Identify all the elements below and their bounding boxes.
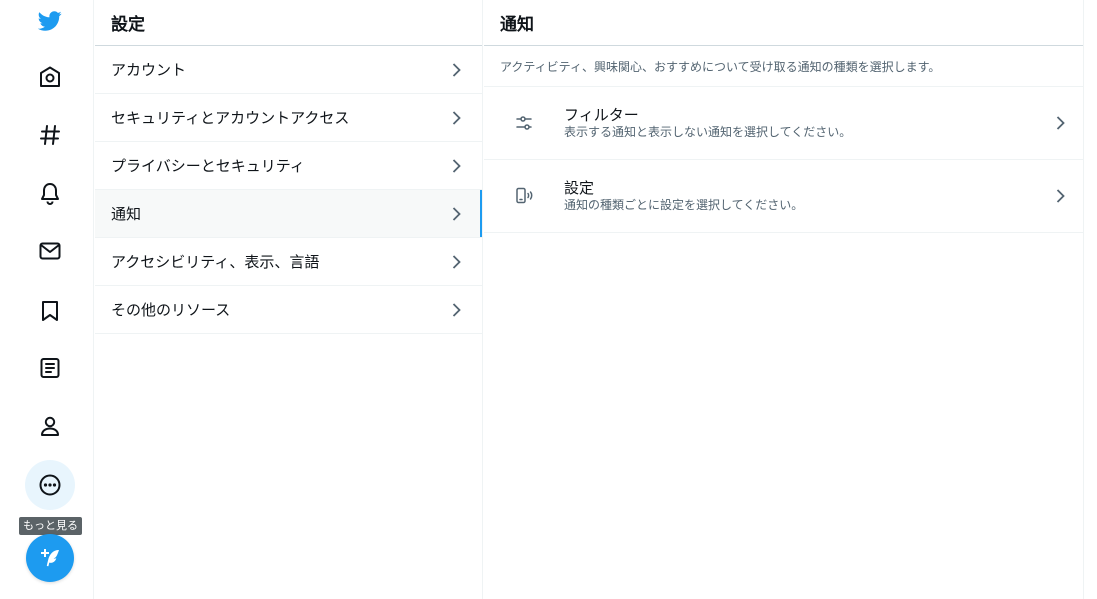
filter-title: フィルター: [564, 106, 639, 124]
settings-item-label: プライバシーとセキュリティ: [111, 157, 305, 175]
settings-title: 設定: [95, 0, 482, 46]
settings-item-label: セキュリティとアカウントアクセス: [111, 109, 350, 127]
chevron-right-icon: [1054, 189, 1066, 203]
chevron-right-icon: [450, 206, 462, 221]
settings-item-notifications[interactable]: 通知: [95, 190, 482, 238]
envelope-icon[interactable]: [25, 226, 75, 276]
chevron-right-icon: [450, 110, 462, 125]
settings-item-accessibility[interactable]: アクセシビリティ、表示、言語: [95, 238, 482, 286]
chevron-right-icon: [450, 302, 462, 317]
list-icon[interactable]: [25, 343, 75, 393]
phone-vibrate-icon: [484, 186, 564, 206]
settings-item-label: 通知: [111, 205, 142, 223]
home-icon[interactable]: [25, 52, 75, 102]
preferences-title: 設定: [564, 179, 595, 197]
preferences-subtitle: 通知の種類ごとに設定を選択してください。: [564, 198, 804, 212]
notifications-preferences-item[interactable]: 設定 通知の種類ごとに設定を選択してください。: [484, 160, 1083, 233]
hashtag-icon[interactable]: [25, 110, 75, 160]
nav-rail: もっと見る: [0, 0, 94, 599]
chevron-right-icon: [450, 62, 462, 77]
bird-logo-icon[interactable]: [25, 0, 75, 46]
settings-item-label: アカウント: [111, 61, 187, 79]
settings-item-resources[interactable]: その他のリソース: [95, 286, 482, 334]
chevron-right-icon: [1054, 116, 1066, 130]
profile-icon[interactable]: [25, 401, 75, 451]
settings-item-security-access[interactable]: セキュリティとアカウントアクセス: [95, 94, 482, 142]
filter-sliders-icon: [484, 113, 564, 133]
settings-item-label: アクセシビリティ、表示、言語: [111, 253, 320, 271]
settings-column: 設定 アカウント セキュリティとアカウントアクセス プライバシーとセキュリティ …: [95, 0, 483, 599]
notifications-title: 通知: [484, 0, 1083, 46]
chevron-right-icon: [450, 254, 462, 269]
more-icon[interactable]: [25, 460, 75, 510]
bell-icon[interactable]: [25, 168, 75, 218]
bookmark-icon[interactable]: [25, 286, 75, 336]
chevron-right-icon: [450, 158, 462, 173]
more-tooltip: もっと見る: [19, 517, 82, 535]
notifications-column: 通知 アクティビティ、興味関心、おすすめについて受け取る通知の種類を選択します。…: [484, 0, 1084, 599]
notifications-filter-item[interactable]: フィルター 表示する通知と表示しない通知を選択してください。: [484, 87, 1083, 160]
filter-subtitle: 表示する通知と表示しない通知を選択してください。: [564, 125, 852, 139]
settings-item-label: その他のリソース: [111, 301, 231, 319]
compose-tweet-button[interactable]: [26, 534, 74, 582]
settings-item-account[interactable]: アカウント: [95, 46, 482, 94]
settings-item-privacy[interactable]: プライバシーとセキュリティ: [95, 142, 482, 190]
notifications-description: アクティビティ、興味関心、おすすめについて受け取る通知の種類を選択します。: [484, 46, 1083, 87]
compose-tweet-icon: [41, 549, 59, 567]
